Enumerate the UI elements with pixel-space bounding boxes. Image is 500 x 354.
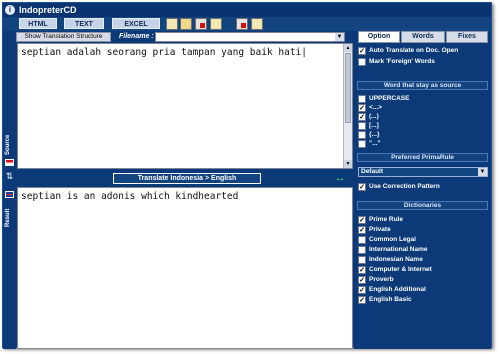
copy-icon[interactable] bbox=[251, 18, 263, 30]
curly-braces-checkbox[interactable] bbox=[358, 131, 366, 139]
tab-option[interactable]: Option bbox=[358, 31, 400, 43]
parentheses-label: (...) bbox=[369, 113, 379, 120]
uppercase-label: UPPERCASE bbox=[369, 95, 410, 102]
chevron-down-icon[interactable]: ▼ bbox=[478, 168, 487, 176]
dict-international-name-label: International Name bbox=[369, 246, 428, 253]
scroll-thumb[interactable] bbox=[345, 53, 351, 123]
left-sidebar: Source ⇅ Result bbox=[3, 43, 16, 349]
source-scrollbar[interactable]: ▲ ▼ bbox=[343, 44, 352, 168]
mark-foreign-label: Mark 'Foreign' Words bbox=[369, 58, 435, 65]
dict-prime-rule-checkbox[interactable]: ✓ bbox=[358, 216, 366, 224]
words-section-header: Word that stay as source bbox=[357, 81, 488, 90]
filename-field[interactable]: ▼ bbox=[155, 32, 345, 42]
dict-private-label: Private bbox=[369, 226, 391, 233]
dict-international-name-checkbox[interactable] bbox=[358, 246, 366, 254]
dictionaries-section-header: Dictionaries bbox=[357, 201, 488, 210]
translate-bar: Translate Indonesia > English ↔ bbox=[17, 169, 353, 187]
chevron-down-icon[interactable]: ▼ bbox=[335, 33, 344, 41]
swap-icon[interactable]: ⇅ bbox=[4, 171, 15, 181]
tab-text[interactable]: TEXT bbox=[64, 18, 104, 29]
use-correction-label: Use Correction Pattern bbox=[369, 183, 440, 190]
tab-html[interactable]: HTML bbox=[19, 18, 57, 29]
result-text-area[interactable]: septian is an adonis which kindhearted bbox=[17, 187, 353, 349]
options-panel: Option Words Fixes ✓ Auto Translate on D… bbox=[354, 31, 491, 349]
dict-private-checkbox[interactable]: ✓ bbox=[358, 226, 366, 234]
scroll-up-icon[interactable]: ▲ bbox=[344, 44, 352, 52]
dict-indonesian-name-label: Indonesian Name bbox=[369, 256, 423, 263]
mark-foreign-checkbox[interactable] bbox=[358, 58, 366, 66]
use-correction-checkbox[interactable]: ✓ bbox=[358, 183, 366, 191]
dict-computer-internet-checkbox[interactable]: ✓ bbox=[358, 266, 366, 274]
source-label: Source bbox=[5, 134, 11, 155]
auto-translate-checkbox[interactable]: ✓ bbox=[358, 47, 366, 55]
dict-prime-rule-label: Prime Rule bbox=[369, 216, 403, 223]
dict-english-basic-label: English Basic bbox=[369, 296, 412, 303]
result-label: Result bbox=[5, 208, 11, 227]
open-folder-icon[interactable] bbox=[180, 18, 192, 30]
auto-translate-label: Auto Translate on Doc. Open bbox=[369, 47, 459, 54]
file-strip: Show Translation Structure Filename : ▼ bbox=[3, 31, 353, 43]
title-bar: i IndopreterCD bbox=[3, 3, 491, 17]
primarule-value: Default bbox=[361, 168, 384, 175]
dict-english-additional-checkbox[interactable]: ✓ bbox=[358, 286, 366, 294]
dict-computer-internet-label: Computer & Internet bbox=[369, 266, 432, 273]
uppercase-checkbox[interactable] bbox=[358, 95, 366, 103]
parentheses-checkbox[interactable]: ✓ bbox=[358, 113, 366, 121]
options-tabs: Option Words Fixes bbox=[354, 31, 491, 43]
menu-bar: HTML TEXT EXCEL bbox=[3, 17, 491, 31]
dict-proverb-label: Proverb bbox=[369, 276, 394, 283]
expand-arrows-icon[interactable]: ↔ bbox=[333, 172, 347, 184]
app-window: i IndopreterCD HTML TEXT EXCEL Show Tran… bbox=[2, 2, 492, 349]
filename-label: Filename : bbox=[119, 33, 154, 40]
source-text-area[interactable]: septian adalah seorang pria tampan yang … bbox=[17, 43, 353, 169]
app-icon: i bbox=[5, 5, 15, 15]
square-brackets-checkbox[interactable] bbox=[358, 122, 366, 130]
result-text[interactable]: septian is an adonis which kindhearted bbox=[21, 191, 238, 202]
dict-indonesian-name-checkbox[interactable] bbox=[358, 256, 366, 264]
quotes-label: "..." bbox=[369, 140, 381, 147]
indonesia-flag-icon bbox=[5, 159, 14, 166]
new-file-icon[interactable] bbox=[166, 18, 178, 30]
dict-proverb-checkbox[interactable]: ✓ bbox=[358, 276, 366, 284]
dict-english-additional-label: English Additional bbox=[369, 286, 426, 293]
tab-words[interactable]: Words bbox=[401, 31, 445, 43]
dict-common-legal-checkbox[interactable] bbox=[358, 236, 366, 244]
curly-braces-label: {...} bbox=[369, 131, 380, 138]
app-title: IndopreterCD bbox=[19, 5, 77, 15]
source-text[interactable]: septian adalah seorang pria tampan yang … bbox=[21, 47, 321, 58]
dict-english-basic-checkbox[interactable]: ✓ bbox=[358, 296, 366, 304]
scroll-down-icon[interactable]: ▼ bbox=[344, 160, 352, 168]
print-icon[interactable] bbox=[210, 18, 222, 30]
dict-common-legal-label: Common Legal bbox=[369, 236, 416, 243]
angle-brackets-label: <...> bbox=[369, 104, 383, 111]
primarule-select[interactable]: Default ▼ bbox=[358, 167, 488, 177]
tab-excel[interactable]: EXCEL bbox=[112, 18, 160, 29]
uk-flag-icon bbox=[5, 191, 14, 198]
translate-button[interactable]: Translate Indonesia > English bbox=[113, 173, 261, 184]
show-structure-button[interactable]: Show Translation Structure bbox=[16, 32, 111, 42]
primarule-section-header: Preferred PrimaRule bbox=[357, 153, 488, 162]
save-icon[interactable] bbox=[195, 18, 207, 30]
square-brackets-label: [...] bbox=[369, 122, 379, 129]
quotes-checkbox[interactable] bbox=[358, 140, 366, 148]
export-icon[interactable] bbox=[236, 18, 248, 30]
angle-brackets-checkbox[interactable]: ✓ bbox=[358, 104, 366, 112]
tab-fixes[interactable]: Fixes bbox=[446, 31, 488, 43]
